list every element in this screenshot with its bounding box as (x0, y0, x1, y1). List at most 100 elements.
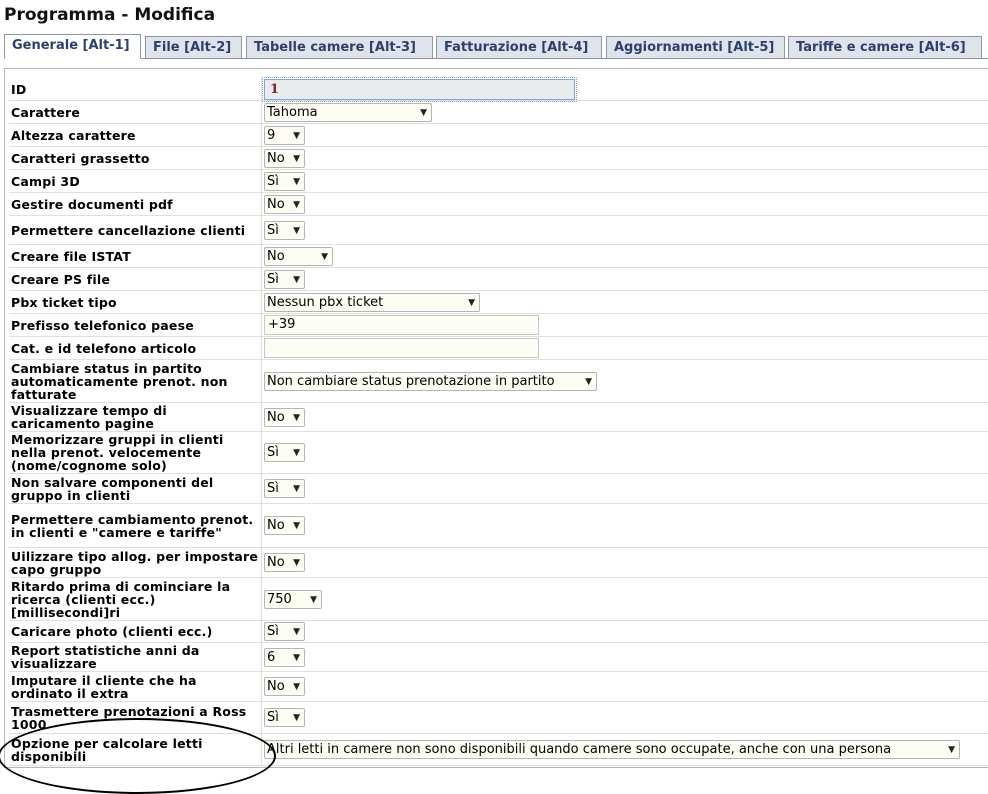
setting-label: Ritardo prima di cominciare la ricerca (… (11, 578, 231, 620)
column-divider (261, 124, 262, 146)
setting-label: Campi 3D (11, 173, 80, 189)
search-delay-select[interactable]: 750 ▼ (264, 589, 322, 609)
setting-label: Cambiare status in partito automaticamen… (11, 360, 228, 402)
phone-prefix-input[interactable]: +39 (264, 315, 539, 335)
column-divider (261, 291, 262, 313)
setting-label: Caratteri grassetto (11, 150, 150, 166)
chevron-down-icon: ▼ (293, 225, 300, 236)
settings-row: Creare PS file Sì ▼ (9, 268, 988, 291)
setting-label: Altezza carattere (11, 127, 136, 143)
tab-tariffe-camere[interactable]: Tariffe e camere [Alt-6] (788, 36, 982, 58)
settings-row: Cambiare status in partito automaticamen… (9, 360, 988, 403)
ps-file-select[interactable]: Sì ▼ (264, 269, 305, 289)
column-divider (261, 734, 262, 765)
pbx-ticket-select[interactable]: Nessun pbx ticket ▼ (264, 292, 480, 312)
settings-row: Creare file ISTAT No ▼ (9, 245, 988, 268)
setting-label: Opzione per calcolare letti disponibili (11, 735, 203, 764)
settings-row: Trasmettere prenotazioni a Ross 1000 Sì ▼ (9, 702, 988, 734)
chevron-down-icon: ▼ (293, 627, 300, 637)
column-divider (261, 672, 262, 701)
select-value: No (267, 679, 285, 694)
setting-label: Memorizzare gruppi in clienti nella pren… (11, 432, 224, 473)
settings-row: Opzione per calcolare letti disponibili A… (9, 734, 988, 766)
setting-label: Carattere (11, 104, 81, 120)
select-value: 750 (267, 591, 292, 607)
select-value: Sì (267, 481, 279, 496)
ross1000-select[interactable]: Sì ▼ (264, 708, 305, 727)
column-divider (261, 101, 262, 123)
group-memo-select[interactable]: Sì ▼ (264, 443, 305, 462)
setting-control-cell: No ▼ (264, 245, 333, 267)
id-field[interactable]: 1 (262, 76, 577, 102)
chevron-down-icon: ▼ (293, 176, 300, 187)
load-time-select[interactable]: No ▼ (264, 407, 305, 427)
column-divider (261, 403, 262, 431)
pdf-select[interactable]: No ▼ (264, 194, 305, 214)
setting-control-cell: No ▼ (264, 548, 305, 577)
setting-control-cell: Tahoma ▼ (264, 101, 432, 123)
settings-row: Cat. e id telefono articolo (9, 337, 988, 360)
select-value: Non cambiare status prenotazione in part… (267, 373, 555, 389)
column-divider (261, 170, 262, 192)
select-value: Sì (267, 624, 279, 639)
setting-label: Imputare il cliente che ha ordinato il e… (11, 672, 197, 701)
column-divider (261, 78, 262, 100)
setting-label: Caricare photo (clienti ecc.) (11, 624, 213, 639)
setting-control-cell: Sì ▼ (264, 702, 305, 733)
setting-label: Permettere cancellazione clienti (11, 222, 246, 238)
column-divider (261, 268, 262, 290)
select-value: Sì (267, 271, 279, 287)
setting-label: Creare PS file (11, 271, 111, 287)
select-value: Sì (267, 222, 279, 238)
settings-row: Pbx ticket tipo Nessun pbx ticket ▼ (9, 291, 988, 314)
setting-control-cell: Sì ▼ (264, 216, 305, 244)
column-divider (261, 360, 262, 402)
select-value: Nessun pbx ticket (267, 294, 384, 310)
status-change-select[interactable]: Non cambiare status prenotazione in part… (264, 371, 597, 391)
setting-control-cell: Nessun pbx ticket ▼ (264, 291, 480, 313)
istat-select[interactable]: No ▼ (264, 246, 333, 266)
tab-generale[interactable]: Generale [Alt-1] (4, 34, 141, 59)
tab-file[interactable]: File [Alt-2] (145, 36, 242, 58)
fields-3d-select[interactable]: Sì ▼ (264, 171, 305, 191)
extra-client-select[interactable]: No ▼ (264, 677, 305, 696)
font-select[interactable]: Tahoma ▼ (264, 102, 432, 122)
column-divider (261, 578, 262, 620)
settings-row: Memorizzare gruppi in clienti nella pren… (9, 432, 988, 474)
column-divider (261, 147, 262, 169)
select-value: Tahoma (267, 104, 318, 120)
settings-row: Ritardo prima di cominciare la ricerca (… (9, 578, 988, 621)
settings-row: Visualizzare tempo di caricamento pagine… (9, 403, 988, 432)
settings-row: Altezza carattere 9 ▼ (9, 124, 988, 147)
bold-select[interactable]: No ▼ (264, 148, 305, 168)
setting-control-cell: No ▼ (264, 147, 305, 169)
report-years-select[interactable]: 6 ▼ (264, 647, 305, 667)
setting-control-cell: No ▼ (264, 504, 305, 547)
phone-category-input[interactable] (264, 338, 539, 358)
chevron-down-icon: ▼ (293, 448, 300, 458)
chevron-down-icon: ▼ (420, 107, 427, 118)
column-divider (261, 702, 262, 733)
tab-fatturazione[interactable]: Fatturazione [Alt-4] (436, 36, 602, 58)
setting-control-cell: 9 ▼ (264, 124, 305, 146)
settings-row: Prefisso telefonico paese +39 (9, 314, 988, 337)
setting-control-cell: 750 ▼ (264, 578, 322, 620)
font-size-select[interactable]: 9 ▼ (264, 125, 305, 145)
setting-control-cell: No ▼ (264, 193, 305, 215)
group-members-select[interactable]: Sì ▼ (264, 479, 305, 498)
setting-label: Cat. e id telefono articolo (11, 340, 197, 356)
lodging-type-select[interactable]: No ▼ (264, 553, 305, 572)
delete-clients-select[interactable]: Sì ▼ (264, 220, 305, 240)
setting-control-cell (264, 337, 539, 359)
photo-select[interactable]: Sì ▼ (264, 622, 305, 641)
select-value: Sì (267, 173, 279, 189)
tab-tabelle-camere[interactable]: Tabelle camere [Alt-3] (246, 36, 433, 58)
select-value: No (267, 555, 285, 570)
select-value: 9 (267, 127, 276, 143)
beds-option-select[interactable]: Altri letti in camere non sono disponibi… (264, 740, 960, 759)
select-value: No (267, 196, 285, 212)
booking-change-select[interactable]: No ▼ (264, 516, 305, 535)
tab-aggiornamenti[interactable]: Aggiornamenti [Alt-5] (606, 36, 785, 58)
column-divider (261, 548, 262, 577)
setting-control-cell: No ▼ (264, 672, 305, 701)
